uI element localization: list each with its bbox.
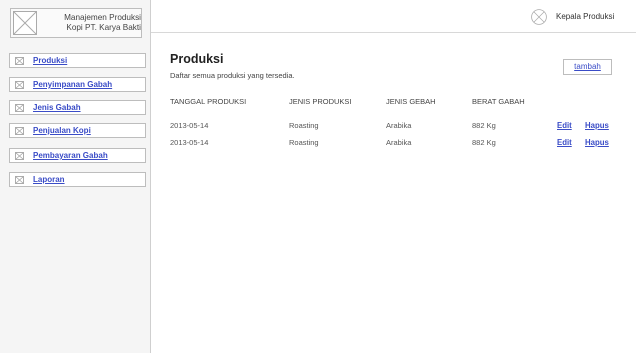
delete-link[interactable]: Hapus xyxy=(585,138,609,147)
sidebar-item-label[interactable]: Produksi xyxy=(33,56,67,65)
edit-link[interactable]: Edit xyxy=(557,138,572,147)
app-name: Manajemen Produksi Kopi PT. Karya Bakti xyxy=(64,13,141,32)
sidebar-item-label[interactable]: Laporan xyxy=(33,175,65,184)
sidebar-item-label[interactable]: Penjualan Kopi xyxy=(33,126,91,135)
image-placeholder-icon xyxy=(15,151,24,160)
app-brand: Manajemen Produksi Kopi PT. Karya Bakti xyxy=(10,8,142,38)
image-placeholder-icon xyxy=(15,175,24,184)
column-header-berat: BERAT GABAH xyxy=(472,97,525,106)
column-header-tanggal: TANGGAL PRODUKSI xyxy=(170,97,247,106)
top-bar: Kepala Produksi xyxy=(151,0,636,33)
sidebar: Manajemen Produksi Kopi PT. Karya Bakti … xyxy=(0,0,151,353)
page-subtitle: Daftar semua produksi yang tersedia. xyxy=(170,71,295,80)
sidebar-item-jenis-gabah[interactable]: Jenis Gabah xyxy=(9,100,146,115)
cell-jenis-produksi: Roasting xyxy=(289,121,319,130)
sidebar-item-label[interactable]: Pembayaran Gabah xyxy=(33,151,108,160)
sidebar-item-produksi[interactable]: Produksi xyxy=(9,53,146,68)
column-header-jenis-produksi: JENIS PRODUKSI xyxy=(289,97,352,106)
page-title: Produksi xyxy=(170,52,224,66)
image-placeholder-icon xyxy=(15,103,24,112)
cell-berat: 882 Kg xyxy=(472,138,496,147)
image-placeholder-icon xyxy=(15,56,24,65)
current-user-label[interactable]: Kepala Produksi xyxy=(556,12,614,21)
sidebar-item-pembayaran-gabah[interactable]: Pembayaran Gabah xyxy=(9,148,146,163)
cell-berat: 882 Kg xyxy=(472,121,496,130)
column-header-jenis-gabah: JENIS GEBAH xyxy=(386,97,436,106)
user-placeholder-icon[interactable] xyxy=(531,9,547,25)
cell-tanggal: 2013-05-14 xyxy=(170,121,209,130)
sidebar-item-penjualan-kopi[interactable]: Penjualan Kopi xyxy=(9,123,146,138)
image-placeholder-icon xyxy=(15,80,24,89)
delete-link[interactable]: Hapus xyxy=(585,121,609,130)
cell-tanggal: 2013-05-14 xyxy=(170,138,209,147)
image-placeholder-icon xyxy=(15,126,24,135)
sidebar-item-label[interactable]: Jenis Gabah xyxy=(33,103,81,112)
sidebar-item-penyimpanan-gabah[interactable]: Penyimpanan Gabah xyxy=(9,77,146,92)
edit-link[interactable]: Edit xyxy=(557,121,572,130)
sidebar-item-laporan[interactable]: Laporan xyxy=(9,172,146,187)
image-placeholder-icon xyxy=(13,11,37,35)
cell-jenis-gabah: Arabika xyxy=(386,121,412,130)
sidebar-item-label[interactable]: Penyimpanan Gabah xyxy=(33,80,112,89)
add-button[interactable]: tambah xyxy=(563,59,612,75)
cell-jenis-gabah: Arabika xyxy=(386,138,412,147)
cell-jenis-produksi: Roasting xyxy=(289,138,319,147)
